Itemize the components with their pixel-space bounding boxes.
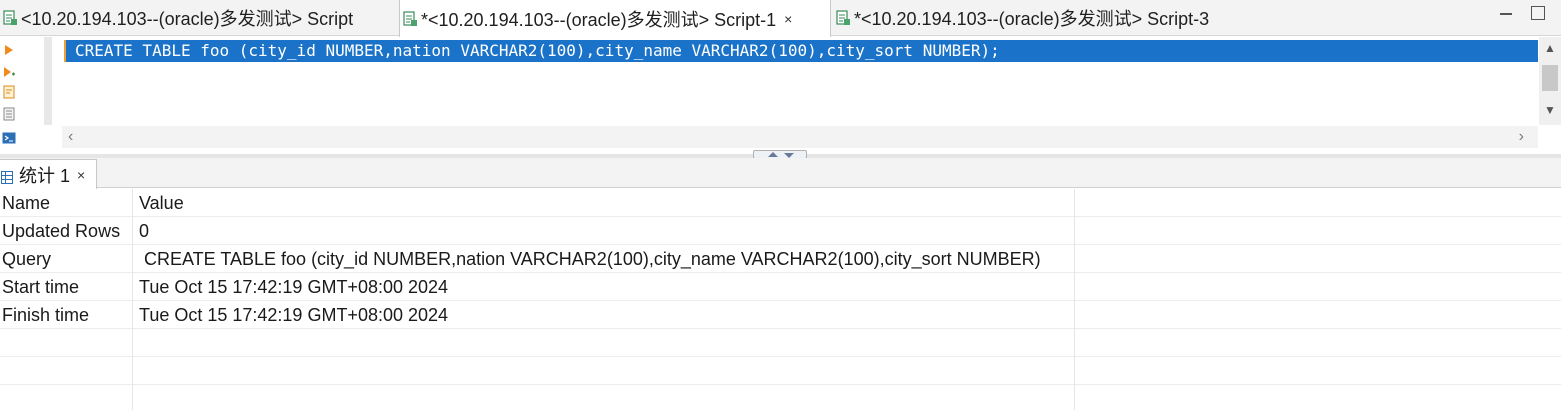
sql-script-icon xyxy=(402,10,418,27)
column-header-name[interactable]: Name xyxy=(2,189,132,217)
code-area[interactable]: CREATE TABLE foo (city_id NUMBER,nation … xyxy=(62,37,1538,125)
result-tab-bar: 统计 1 × xyxy=(0,158,1561,189)
close-icon[interactable]: × xyxy=(77,167,85,183)
row-name: Updated Rows xyxy=(2,221,121,241)
scroll-thumb[interactable] xyxy=(1542,65,1558,91)
explain-plan-icon[interactable] xyxy=(2,83,16,99)
text-caret xyxy=(64,40,66,62)
window-controls xyxy=(1499,6,1545,20)
tab-statistics-1[interactable]: 统计 1 × xyxy=(0,159,97,189)
empty-row xyxy=(0,329,1561,357)
editor-toolbar-gutter xyxy=(0,37,24,154)
tab-label: *<10.20.194.103--(oracle)多发测试> Script-3 xyxy=(854,9,1210,29)
row-name: Query xyxy=(2,249,52,269)
tab-label: <10.20.194.103--(oracle)多发测试> Script xyxy=(21,9,354,29)
empty-row xyxy=(0,357,1561,385)
horizontal-scrollbar[interactable]: ‹ › xyxy=(62,126,1538,148)
scroll-down-icon[interactable]: ▼ xyxy=(1544,103,1556,117)
table-row[interactable]: Query CREATE TABLE foo (city_id NUMBER,n… xyxy=(0,245,1561,273)
scroll-left-icon[interactable]: ‹ xyxy=(68,128,73,146)
execute-statement-icon[interactable] xyxy=(2,41,16,55)
scroll-right-icon[interactable]: › xyxy=(1519,128,1524,146)
table-header-row: Name Value xyxy=(0,189,1561,217)
tab-script-1[interactable]: *<10.20.194.103--(oracle)多发测试> Script-1 … xyxy=(399,0,831,37)
row-value: 0 xyxy=(139,221,150,241)
table-row[interactable]: Start time Tue Oct 15 17:42:19 GMT+08:00… xyxy=(0,273,1561,301)
statistics-table: Name Value Updated Rows 0 Query CREATE T… xyxy=(0,189,1561,410)
sql-script-icon xyxy=(2,10,18,26)
table-row[interactable]: Finish time Tue Oct 15 17:42:19 GMT+08:0… xyxy=(0,301,1561,329)
table-grid-icon xyxy=(1,168,13,184)
editor-tab-bar: <10.20.194.103--(oracle)多发测试> Script *<1… xyxy=(0,0,1561,37)
row-value: CREATE TABLE foo (city_id NUMBER,nation … xyxy=(139,249,1041,269)
tab-label: 统计 1 xyxy=(19,165,71,186)
tab-script[interactable]: <10.20.194.103--(oracle)多发测试> Script xyxy=(0,0,398,36)
execute-script-icon[interactable] xyxy=(2,63,16,77)
row-value: Tue Oct 15 17:42:19 GMT+08:00 2024 xyxy=(139,305,449,325)
maximize-icon[interactable] xyxy=(1531,6,1545,20)
close-icon[interactable]: × xyxy=(784,11,792,27)
minimize-icon[interactable] xyxy=(1499,6,1513,20)
vertical-scrollbar[interactable]: ▲ ▼ xyxy=(1539,37,1561,125)
column-header-value[interactable]: Value xyxy=(139,189,1074,217)
selected-sql-line[interactable]: CREATE TABLE foo (city_id NUMBER,nation … xyxy=(66,40,1538,62)
terminal-icon[interactable] xyxy=(2,129,16,144)
column-divider[interactable] xyxy=(132,189,133,410)
tab-script-3[interactable]: *<10.20.194.103--(oracle)多发测试> Script-3 xyxy=(833,0,1253,36)
tab-label: *<10.20.194.103--(oracle)多发测试> Script-1 xyxy=(421,9,777,30)
column-divider[interactable] xyxy=(1074,189,1075,410)
table-row[interactable]: Updated Rows 0 xyxy=(0,217,1561,245)
sql-script-icon xyxy=(835,10,851,26)
line-number-ruler xyxy=(44,37,52,125)
sql-editor: CREATE TABLE foo (city_id NUMBER,nation … xyxy=(0,37,1561,154)
scroll-up-icon[interactable]: ▲ xyxy=(1544,41,1556,55)
row-name: Start time xyxy=(2,277,80,297)
history-icon[interactable] xyxy=(2,105,16,121)
row-name: Finish time xyxy=(2,305,90,325)
row-value: Tue Oct 15 17:42:19 GMT+08:00 2024 xyxy=(139,277,449,297)
empty-row xyxy=(0,385,1561,410)
